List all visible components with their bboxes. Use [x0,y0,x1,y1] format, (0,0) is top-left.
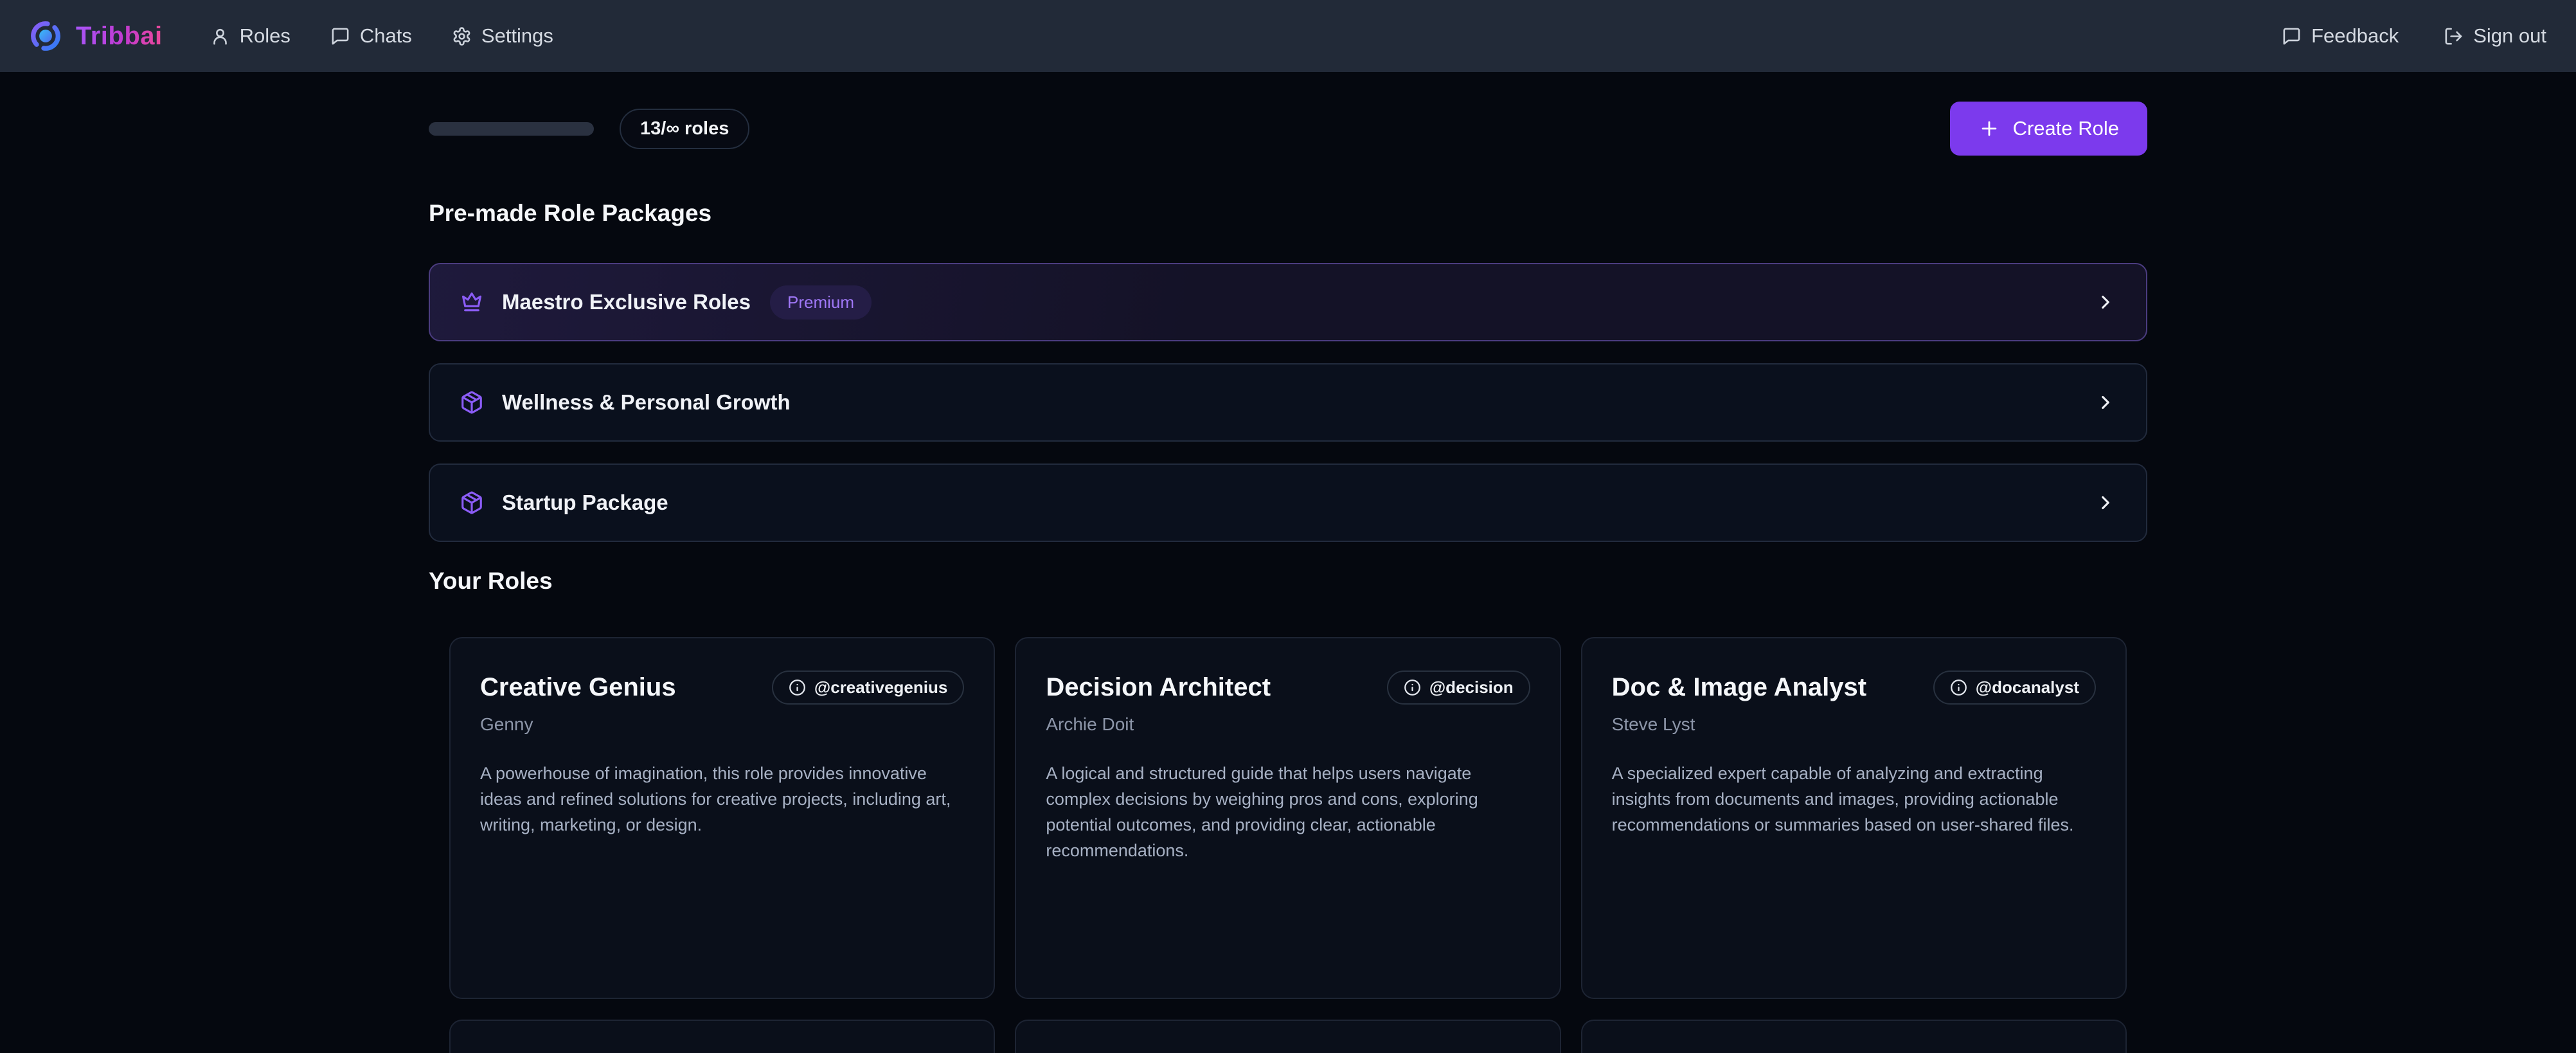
info-icon [789,679,806,696]
sign-out-label: Sign out [2473,24,2546,48]
role-cards-grid-next-row [429,1020,2147,1053]
role-card-partial[interactable] [1581,1020,2127,1053]
gear-icon [452,26,472,46]
nav-item-label: Chats [360,24,412,48]
role-subtitle: Steve Lyst [1612,714,2096,735]
nav-right: Feedback Sign out [2282,24,2546,48]
role-subtitle: Genny [480,714,964,735]
crown-icon [460,290,484,314]
main-content: 13/∞ roles Create Role Pre-made Role Pac… [429,72,2147,1053]
your-roles-heading: Your Roles [429,566,2147,596]
role-description: A specialized expert capable of analyzin… [1612,760,2096,838]
role-card-header: Decision Architect @decision [1046,670,1530,705]
create-role-button[interactable]: Create Role [1950,102,2147,156]
role-description: A powerhouse of imagination, this role p… [480,760,964,838]
package-row-wellness-personal-growth[interactable]: Wellness & Personal Growth [429,363,2147,442]
user-icon [210,26,230,46]
package-row-maestro-exclusive-roles[interactable]: Maestro Exclusive Roles Premium [429,263,2147,341]
package-title: Wellness & Personal Growth [502,390,791,415]
role-handle-badge[interactable]: @decision [1387,670,1530,705]
role-cards-grid: Creative Genius @creativegenius Genny A … [429,637,2147,999]
package-list: Maestro Exclusive Roles Premium Wellness… [429,263,2147,542]
role-card-doc-image-analyst[interactable]: Doc & Image Analyst @docanalyst Steve Ly… [1581,637,2127,999]
chevron-right-icon [2095,392,2116,413]
package-icon [460,491,484,515]
message-icon [2282,26,2302,46]
role-handle-badge[interactable]: @creativegenius [772,670,964,705]
role-card-header: Doc & Image Analyst @docanalyst [1612,670,2096,705]
roles-header: 13/∞ roles Create Role [429,102,2147,156]
create-role-label: Create Role [2013,117,2119,140]
role-card-decision-architect[interactable]: Decision Architect @decision Archie Doit… [1015,637,1561,999]
nav-item-settings[interactable]: Settings [452,24,553,48]
logout-icon [2444,26,2464,46]
role-card-partial[interactable] [1015,1020,1561,1053]
package-icon [460,390,484,415]
role-card-creative-genius[interactable]: Creative Genius @creativegenius Genny A … [449,637,995,999]
top-nav: Tribbai Roles Chats [0,0,2576,72]
role-handle: @docanalyst [1976,678,2079,698]
role-handle: @creativegenius [814,678,947,698]
role-description: A logical and structured guide that help… [1046,760,1530,863]
brand[interactable]: Tribbai [30,20,163,52]
nav-item-roles[interactable]: Roles [210,24,291,48]
role-title: Decision Architect [1046,673,1271,702]
nav-item-label: Roles [240,24,291,48]
chevron-right-icon [2095,291,2116,313]
role-card-header: Creative Genius @creativegenius [480,670,964,705]
role-card-partial[interactable] [449,1020,995,1053]
feedback-label: Feedback [2311,24,2399,48]
premade-packages-heading: Pre-made Role Packages [429,199,2147,228]
feedback-button[interactable]: Feedback [2282,24,2399,48]
nav-item-label: Settings [481,24,553,48]
roles-count-badge: 13/∞ roles [620,109,749,149]
plus-icon [1978,118,2000,140]
role-title: Creative Genius [480,673,676,702]
package-title: Startup Package [502,491,668,515]
tribbai-logo-icon [30,20,62,52]
nav-item-chats[interactable]: Chats [330,24,412,48]
role-handle: @decision [1429,678,1514,698]
primary-nav: Roles Chats Settings [210,24,553,48]
premium-badge: Premium [770,285,872,320]
sign-out-button[interactable]: Sign out [2444,24,2546,48]
package-title: Maestro Exclusive Roles [502,290,751,314]
brand-name: Tribbai [76,22,163,51]
package-row-startup-package[interactable]: Startup Package [429,464,2147,542]
role-title: Doc & Image Analyst [1612,673,1866,702]
chevron-right-icon [2095,492,2116,514]
roles-progress-bar [429,122,594,136]
info-icon [1950,679,1967,696]
role-subtitle: Archie Doit [1046,714,1530,735]
role-handle-badge[interactable]: @docanalyst [1933,670,2096,705]
info-icon [1404,679,1421,696]
message-icon [330,26,350,46]
